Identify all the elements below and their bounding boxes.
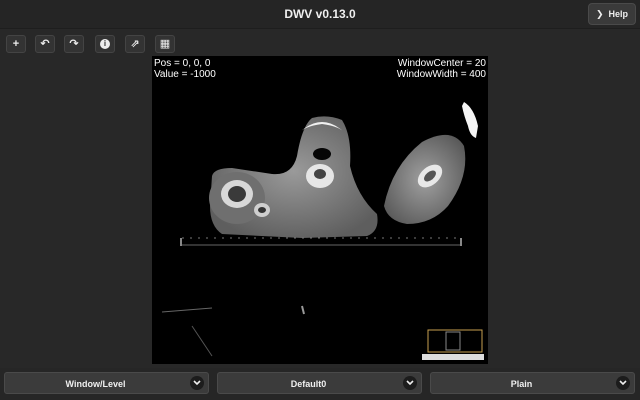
preset-select[interactable]: Default0 <box>217 372 422 394</box>
tool-select[interactable]: Window/Level <box>4 372 209 394</box>
redo-icon: ↷ <box>69 37 79 50</box>
overlay-top-left: Pos = 0, 0, 0 Value = -1000 <box>154 58 216 80</box>
undo-icon: ↶ <box>40 37 50 50</box>
chevron-down-icon <box>616 376 630 390</box>
bottom-toolbar: Window/Level Default0 Plain <box>0 368 640 400</box>
help-label: Help <box>608 9 629 19</box>
help-button[interactable]: ❯ Help <box>588 3 636 25</box>
preset-select-value: Default0 <box>290 379 327 389</box>
share-button[interactable]: ⇗ <box>125 35 145 53</box>
add-button[interactable]: + <box>6 35 26 53</box>
layout-grid-button[interactable]: ▦ <box>155 35 175 53</box>
chevron-down-icon <box>403 376 417 390</box>
colormap-select-value: Plain <box>510 379 533 389</box>
info-icon: i <box>100 39 110 49</box>
share-icon: ⇗ <box>130 37 140 50</box>
undo-button[interactable]: ↶ <box>35 35 55 53</box>
redo-button[interactable]: ↷ <box>64 35 84 53</box>
add-icon: + <box>12 37 20 50</box>
grid-icon: ▦ <box>159 37 171 50</box>
app-title: DWV v0.13.0 <box>284 7 356 21</box>
info-button[interactable]: i <box>95 35 115 53</box>
value-readout: Value = -1000 <box>154 69 216 80</box>
tool-select-value: Window/Level <box>65 379 126 389</box>
chevron-right-icon: ❯ <box>595 8 604 19</box>
image-viewer[interactable]: Pos = 0, 0, 0 Value = -1000 WindowCenter… <box>152 56 488 364</box>
colormap-select[interactable]: Plain <box>430 372 635 394</box>
window-width-readout: WindowWidth = 400 <box>396 69 486 80</box>
chevron-down-icon <box>190 376 204 390</box>
window-center-readout: WindowCenter = 20 <box>397 58 486 69</box>
overlay-top-right: WindowCenter = 20 WindowWidth = 400 <box>397 58 486 80</box>
position-readout: Pos = 0, 0, 0 <box>154 58 211 69</box>
ct-slice-image <box>161 102 484 360</box>
title-bar: DWV v0.13.0 ❯ Help <box>0 0 640 29</box>
